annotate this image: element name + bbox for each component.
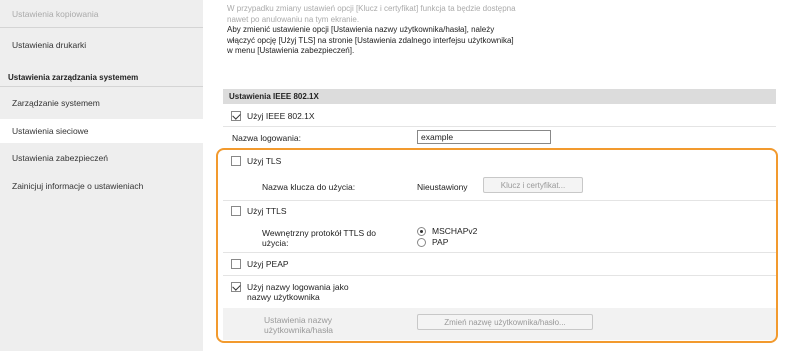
use-login-as-user-label-line: nazwy użytkownika [247, 292, 320, 302]
sidebar-item-security-settings[interactable]: Ustawienia zabezpieczeń [0, 146, 203, 170]
key-name-value: Nieustawiony [417, 182, 468, 192]
note-line: W przypadku zmiany ustawień opcji [Klucz… [227, 4, 516, 13]
use-login-as-user-label-line: Użyj nazwy logowania jako [247, 282, 349, 292]
sidebar: Ustawienia kopiowania Ustawienia drukark… [0, 0, 203, 351]
use-login-as-user-label: Użyj nazwy logowania jako nazwy użytkown… [247, 282, 349, 302]
note-line: włączyć opcję [Użyj TLS] na stronie [Ust… [227, 35, 514, 45]
sidebar-divider [0, 86, 203, 87]
sidebar-item-system-management[interactable]: Zarządzanie systemem [0, 90, 203, 116]
login-name-input[interactable]: example [417, 130, 551, 144]
note-line: Aby zmienić ustawienie opcji [Ustawienia… [227, 25, 495, 34]
mschapv2-radio[interactable] [417, 226, 426, 236]
mschapv2-label: MSCHAPv2 [432, 226, 478, 236]
row-divider [223, 200, 776, 201]
use-login-as-user-checkbox[interactable] [231, 282, 241, 292]
sidebar-section-header: Ustawienia zarządzania systemem [0, 70, 203, 84]
login-name-label: Nazwa logowania: [232, 133, 301, 143]
key-certificate-button[interactable]: Klucz i certyfikat... [483, 177, 583, 193]
use-ieee-label: Użyj IEEE 802.1X [247, 111, 315, 121]
user-pass-label-line: użytkownika/hasła [264, 325, 333, 335]
user-pass-label-line: Ustawienia nazwy [264, 315, 333, 325]
ttls-option-pap[interactable]: PAP [417, 237, 448, 247]
use-ieee-row: Użyj IEEE 802.1X [231, 111, 315, 121]
main-content: W przypadku zmiany ustawień opcji [Klucz… [203, 0, 785, 351]
use-tls-row: Użyj TLS [231, 156, 281, 166]
section-title: Ustawienia IEEE 802.1X [229, 92, 319, 101]
sidebar-item-copy-settings[interactable]: Ustawienia kopiowania [0, 2, 203, 26]
sidebar-item-network-settings[interactable]: Ustawienia sieciowe [0, 119, 203, 143]
key-name-label: Nazwa klucza do użycia: [262, 182, 356, 192]
note-line: w menu [Ustawienia zabezpieczeń]. [227, 46, 355, 55]
use-ttls-row: Użyj TTLS [231, 206, 287, 216]
user-pass-label: Ustawienia nazwy użytkownika/hasła [264, 315, 333, 335]
ttls-protocol-label-line: użycia: [262, 238, 289, 248]
sidebar-divider [0, 27, 203, 28]
section-header-ieee: Ustawienia IEEE 802.1X [223, 89, 776, 104]
use-ttls-label: Użyj TTLS [247, 206, 287, 216]
use-peap-label: Użyj PEAP [247, 259, 289, 269]
ttls-protocol-label: Wewnętrzny protokół TTLS do użycia: [262, 228, 376, 248]
sidebar-item-label: Ustawienia zabezpieczeń [12, 153, 108, 163]
sidebar-section-label: Ustawienia zarządzania systemem [8, 72, 139, 82]
use-ieee-checkbox[interactable] [231, 111, 241, 121]
sidebar-item-label: Ustawienia sieciowe [12, 126, 89, 136]
sidebar-item-printer-settings[interactable]: Ustawienia drukarki [0, 33, 203, 57]
row-divider [223, 275, 776, 276]
row-divider [223, 252, 776, 253]
change-user-pass-button[interactable]: Zmień nazwę użytkownika/hasło... [417, 314, 593, 330]
use-tls-label: Użyj TLS [247, 156, 282, 166]
info-note: W przypadku zmiany ustawień opcji [Klucz… [227, 4, 647, 57]
pap-radio[interactable] [417, 237, 426, 247]
sidebar-item-label: Ustawienia kopiowania [12, 9, 99, 19]
use-peap-checkbox[interactable] [231, 259, 241, 269]
sidebar-item-label: Zarządzanie systemem [12, 98, 100, 108]
use-tls-checkbox[interactable] [231, 156, 241, 166]
sidebar-item-initialize-settings[interactable]: Zainicjuj informacje o ustawieniach [0, 174, 203, 198]
sidebar-item-label: Zainicjuj informacje o ustawieniach [12, 181, 144, 191]
row-divider [223, 126, 776, 127]
ttls-option-mschapv2[interactable]: MSCHAPv2 [417, 226, 477, 236]
use-ttls-checkbox[interactable] [231, 206, 241, 216]
pap-label: PAP [432, 237, 449, 247]
use-login-as-user-row: Użyj nazwy logowania jako nazwy użytkown… [231, 282, 349, 302]
use-peap-row: Użyj PEAP [231, 259, 289, 269]
note-line: nawet po anulowaniu na tym ekranie. [227, 14, 360, 24]
ttls-protocol-label-line: Wewnętrzny protokół TTLS do [262, 228, 377, 238]
sidebar-item-label: Ustawienia drukarki [12, 40, 87, 50]
